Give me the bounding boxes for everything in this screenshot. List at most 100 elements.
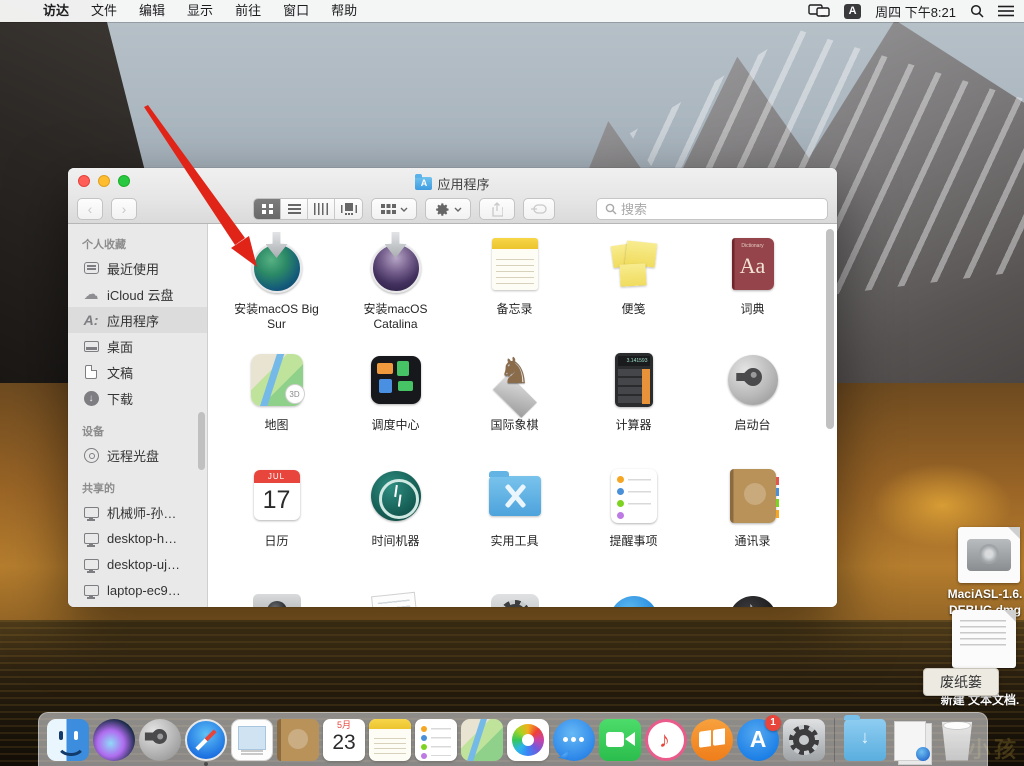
title-bar[interactable]: 应用程序 (68, 168, 837, 194)
rocket-icon (739, 364, 766, 390)
menu-window[interactable]: 窗口 (272, 0, 320, 22)
app-partial-3[interactable] (455, 580, 574, 607)
network-display-icon (82, 529, 100, 547)
sidebar-item-documents[interactable]: 文稿 (68, 359, 207, 385)
finder-window[interactable]: 应用程序 ‹ › (68, 168, 837, 607)
app-stickies[interactable]: 便笺 (574, 232, 693, 348)
group-by-button[interactable] (371, 198, 417, 220)
dock-facetime[interactable] (599, 718, 641, 761)
chess-icon: ♞ (487, 350, 543, 418)
icon-view-button[interactable] (254, 199, 281, 219)
dock-siri[interactable] (93, 718, 135, 761)
menu-bar-right: A 周四 下午8:21 (808, 2, 1014, 21)
spotlight-icon[interactable] (970, 4, 984, 18)
sidebar-item-applications[interactable]: A: 应用程序 (68, 307, 207, 333)
search-input[interactable] (621, 201, 819, 217)
dock-system-preferences[interactable] (783, 718, 825, 761)
dock-ibooks[interactable] (691, 718, 733, 761)
dock-app-store[interactable]: 1 (737, 714, 781, 761)
sidebar-scrollbar[interactable] (198, 412, 205, 470)
contacts-icon (729, 469, 779, 523)
dock-maps[interactable] (461, 718, 503, 761)
desktop-text-file[interactable] (952, 610, 1016, 668)
menu-view[interactable]: 显示 (176, 0, 224, 22)
input-method-badge[interactable]: A (844, 3, 862, 19)
sidebar-item-downloads[interactable]: ↓ 下载 (68, 385, 207, 411)
app-time-machine[interactable]: 时间机器 (336, 464, 455, 580)
app-chess[interactable]: ♞ 国际象棋 (455, 348, 574, 464)
app-notes[interactable]: 备忘录 (455, 232, 574, 348)
dock-notes[interactable] (369, 718, 411, 761)
sidebar: 个人收藏 最近使用 ☁ iCloud 云盘 A: 应用程序 桌面 文稿 ↓ 下载… (68, 224, 208, 607)
action-menu-button[interactable] (425, 198, 471, 220)
dock-documents-stack[interactable] (890, 719, 932, 761)
app-dictionary[interactable]: Dictionary Aa 词典 (693, 232, 812, 348)
app-partial-4[interactable] (574, 580, 693, 607)
minimize-button[interactable] (98, 175, 110, 187)
app-partial-1[interactable] (217, 580, 336, 607)
dmg-label-line1: MaciASL-1.6. (947, 587, 1023, 601)
network-display-icon (82, 503, 100, 521)
dock-reminders[interactable] (415, 718, 457, 761)
back-button[interactable]: ‹ (77, 198, 103, 220)
sidebar-item-shared-2[interactable]: desktop-h… (68, 525, 207, 551)
share-button[interactable] (479, 198, 515, 220)
app-utilities[interactable]: 实用工具 (455, 464, 574, 580)
dock-photos[interactable] (507, 718, 549, 761)
sidebar-item-icloud[interactable]: ☁ iCloud 云盘 (68, 281, 207, 307)
sidebar-item-shared-4[interactable]: laptop-ec9… (68, 577, 207, 603)
dock-itunes[interactable] (645, 718, 687, 761)
calendar-icon: JUL 17 (253, 470, 300, 520)
search-field[interactable] (596, 198, 828, 220)
menu-finder[interactable]: 访达 (32, 0, 80, 22)
dock-contacts[interactable] (277, 718, 319, 761)
menu-help[interactable]: 帮助 (320, 0, 368, 22)
dock-calendar[interactable]: 5月 23 (323, 718, 365, 761)
forward-button[interactable]: › (111, 198, 137, 220)
app-calculator[interactable]: 3.141593 计算器 (574, 348, 693, 464)
column-view-button[interactable] (308, 199, 335, 219)
running-indicator (204, 761, 208, 766)
dock-launchpad[interactable] (139, 718, 181, 761)
zoom-button[interactable] (118, 175, 130, 187)
menu-edit[interactable]: 编辑 (128, 0, 176, 22)
displays-icon[interactable] (808, 4, 830, 18)
sidebar-item-desktop[interactable]: 桌面 (68, 333, 207, 359)
app-partial-2[interactable] (336, 580, 455, 607)
edit-tags-button[interactable] (523, 198, 555, 220)
app-install-bigsur[interactable]: 安装macOS Big Sur (217, 232, 336, 348)
app-contacts[interactable]: 通讯录 (693, 464, 812, 580)
menu-file[interactable]: 文件 (80, 0, 128, 22)
app-mission-control[interactable]: 调度中心 (336, 348, 455, 464)
sidebar-item-recents[interactable]: 最近使用 (68, 255, 207, 281)
sidebar-section-devices: 设备 (82, 426, 104, 438)
menu-bar-clock[interactable]: 周四 下午8:21 (875, 2, 956, 21)
close-button[interactable] (78, 175, 90, 187)
dock-mail[interactable] (231, 718, 273, 761)
dock-trash[interactable] (941, 721, 973, 761)
dock-finder[interactable] (47, 718, 89, 761)
app-install-catalina[interactable]: 安装macOS Catalina (336, 232, 455, 348)
notification-center-icon[interactable] (998, 5, 1014, 17)
app-partial-5[interactable] (693, 580, 812, 607)
app-launchpad[interactable]: 启动台 (693, 348, 812, 464)
sidebar-item-shared-1[interactable]: 机械师-孙… (68, 499, 207, 525)
list-view-button[interactable] (281, 199, 308, 219)
app-reminders[interactable]: 提醒事项 (574, 464, 693, 580)
menu-go[interactable]: 前往 (224, 0, 272, 22)
sidebar-section-favorites: 个人收藏 (82, 239, 126, 251)
window-scrollbar[interactable] (826, 229, 834, 429)
dock-downloads-folder[interactable] (844, 714, 886, 761)
dock-messages[interactable] (553, 718, 595, 761)
dock-safari[interactable] (185, 718, 227, 766)
sidebar-item-shared-5[interactable]: matebookx (68, 603, 207, 607)
sidebar-item-remote-disc[interactable]: 远程光盘 (68, 442, 207, 468)
sidebar-item-shared-3[interactable]: desktop-uj… (68, 551, 207, 577)
desktop-icon (82, 337, 100, 355)
desktop-dmg-file[interactable] (958, 527, 1020, 583)
dock-separator (834, 717, 835, 762)
gallery-view-button[interactable] (335, 199, 362, 219)
apple-menu[interactable] (10, 4, 32, 19)
app-maps[interactable]: 3D 地图 (217, 348, 336, 464)
app-calendar[interactable]: JUL 17 日历 (217, 464, 336, 580)
